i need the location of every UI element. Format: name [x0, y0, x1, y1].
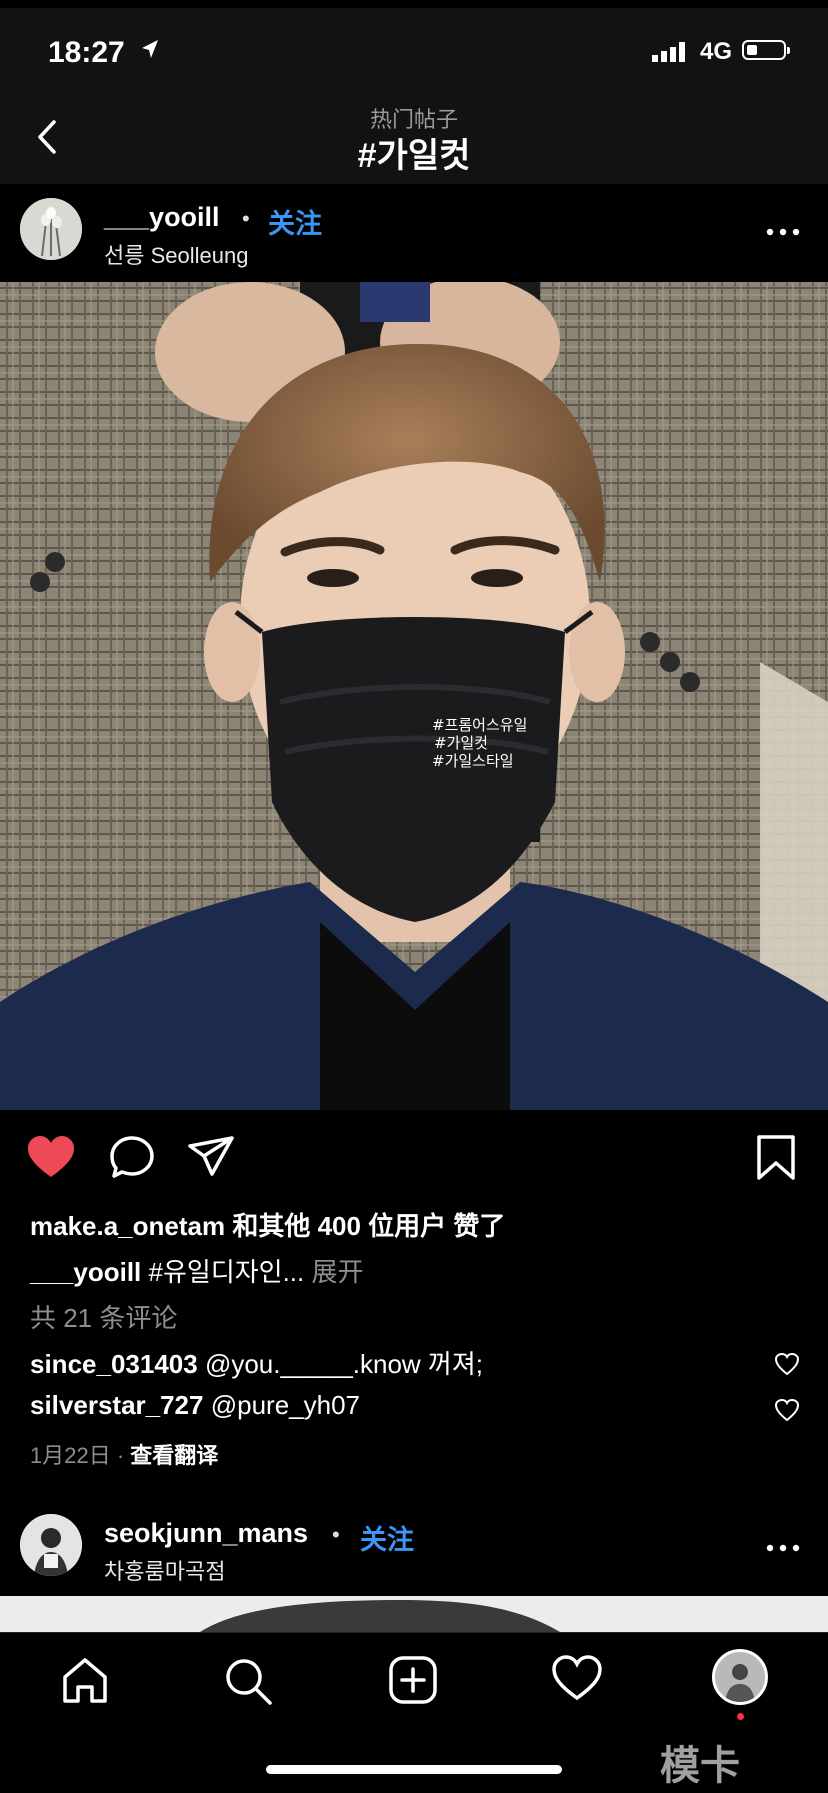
- activity-heart-icon[interactable]: [552, 1655, 602, 1701]
- nav-bar: 热门帖子 #가일컷: [0, 90, 828, 185]
- separator-dot: •: [242, 206, 250, 231]
- previous-post-edge: [0, 0, 828, 8]
- profile-avatar[interactable]: [712, 1649, 768, 1705]
- more-options-icon[interactable]: [766, 228, 800, 236]
- comment-row: silverstar_727 @pure_yh07: [30, 1390, 360, 1421]
- caption: ___yooill #유일디자인... 展开: [30, 1252, 364, 1289]
- caption-expand[interactable]: 展开: [311, 1257, 363, 1287]
- comment-icon[interactable]: [108, 1134, 156, 1180]
- search-icon[interactable]: [222, 1655, 274, 1707]
- next-post-username[interactable]: seokjunn_mans: [104, 1518, 308, 1549]
- share-icon[interactable]: [186, 1134, 236, 1178]
- mask-tag-2: #가일컷: [434, 734, 488, 752]
- comment-like-icon[interactable]: [774, 1352, 800, 1376]
- add-post-icon[interactable]: [388, 1655, 438, 1705]
- page-title: #가일컷: [357, 137, 471, 175]
- caption-text: #유일디자인...: [148, 1257, 305, 1287]
- more-options-icon[interactable]: [766, 1544, 800, 1552]
- home-indicator[interactable]: [266, 1765, 562, 1774]
- post-photo[interactable]: #프롬어스유일 #가일컷 #가일스타일: [0, 282, 828, 1110]
- status-time: 18:27: [48, 36, 125, 69]
- follow-button[interactable]: 关注: [360, 1518, 414, 1557]
- likes-text[interactable]: 和其他 400 位用户 赞了: [232, 1211, 505, 1241]
- next-post-photo[interactable]: [0, 1596, 828, 1632]
- comment-text: @you._____.know 꺼져;: [204, 1349, 483, 1379]
- home-icon[interactable]: [60, 1655, 110, 1705]
- likes-line: make.a_onetam 和其他 400 位用户 赞了: [30, 1206, 505, 1243]
- post-actions: [0, 1112, 828, 1202]
- view-comments-link[interactable]: 共 21 条评论: [30, 1298, 177, 1335]
- post-meta: 1月22日 · 查看翻译: [30, 1438, 218, 1470]
- post-header: ___yooill • 关注 선릉 Seolleung: [0, 184, 828, 282]
- mask-tag-1: #프롬어스유일: [432, 716, 527, 734]
- signal-icon: [652, 42, 685, 62]
- next-post-location[interactable]: 차홍룸마곡점: [104, 1554, 225, 1586]
- likes-user[interactable]: make.a_onetam: [30, 1211, 225, 1241]
- avatar[interactable]: [20, 198, 82, 260]
- status-bar: 18:27 4G: [0, 8, 828, 90]
- bookmark-icon[interactable]: [754, 1134, 798, 1182]
- comment-user[interactable]: silverstar_727: [30, 1390, 203, 1420]
- network-type: 4G: [700, 38, 733, 65]
- bottom-tab-bar: 模卡: [0, 1632, 828, 1793]
- post-username[interactable]: ___yooill: [104, 202, 220, 233]
- watermark: 模卡: [660, 1744, 740, 1788]
- comment-row: since_031403 @you._____.know 꺼져;: [30, 1344, 483, 1381]
- follow-button[interactable]: 关注: [268, 202, 322, 241]
- battery-icon: [742, 40, 790, 60]
- post-location[interactable]: 선릉 Seolleung: [104, 238, 248, 270]
- comment-text: @pure_yh07: [210, 1390, 360, 1420]
- comment-user[interactable]: since_031403: [30, 1349, 198, 1379]
- like-heart-icon[interactable]: [26, 1134, 76, 1180]
- comment-like-icon[interactable]: [774, 1398, 800, 1422]
- see-translation-link[interactable]: 查看翻译: [130, 1443, 218, 1468]
- separator-dot: ·: [116, 1443, 125, 1468]
- notification-dot: [737, 1713, 744, 1720]
- caption-user[interactable]: ___yooill: [30, 1257, 141, 1287]
- separator-dot: •: [332, 1522, 340, 1547]
- location-arrow-icon: [142, 40, 158, 58]
- mask-tag-3: #가일스타일: [432, 752, 514, 770]
- avatar[interactable]: [20, 1514, 82, 1576]
- next-post-header: seokjunn_mans • 关注 차홍룸마곡점: [0, 1500, 828, 1596]
- post-date: 1月22日: [30, 1443, 111, 1468]
